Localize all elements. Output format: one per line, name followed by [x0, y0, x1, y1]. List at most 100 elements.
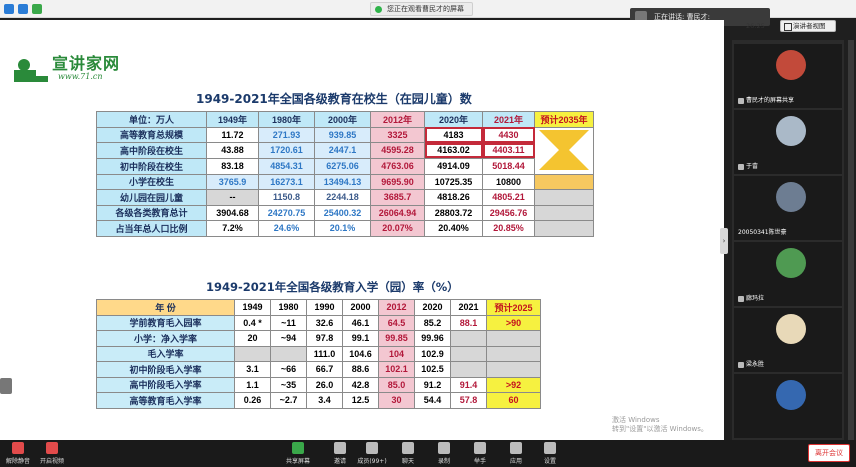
table-row: 幼儿园在园儿童 -- 1150.8 2244.18 3685.7 4818.26… — [96, 189, 594, 206]
table-cell: -- — [206, 189, 259, 206]
table-cell: 9695.90 — [370, 173, 425, 190]
table-cell: 4430 — [482, 126, 535, 144]
table-cell — [534, 189, 594, 206]
speaker-view-button[interactable]: 演讲者视图 — [780, 20, 836, 32]
chat-label: 聊天 — [401, 458, 414, 465]
row-label: 学前教育毛入园率 — [96, 314, 235, 331]
table-cell: 4595.28 — [370, 142, 425, 159]
table-cell — [270, 345, 307, 362]
invite-label: 邀请 — [333, 458, 346, 465]
table-cell: 85.2 — [414, 314, 451, 331]
viewing-screen-indicator[interactable]: 您正在观看曹民才的屏幕 — [370, 2, 473, 16]
windows-activation-watermark: 激活 Windows 转到"设置"以激活 Windows。 — [612, 416, 708, 434]
logo-url: www.71.cn — [58, 72, 103, 81]
video-icon — [46, 442, 58, 454]
table-cell: 64.5 — [378, 314, 415, 331]
settings-label: 设置 — [543, 458, 556, 465]
table-header: 预计2035年 — [534, 111, 594, 128]
logo-mark-icon — [14, 59, 48, 82]
table-cell: ~66 — [270, 361, 307, 378]
mic-muted-icon — [738, 163, 744, 170]
table-cell — [534, 204, 594, 221]
watermark-line1: 激活 Windows — [612, 416, 660, 424]
table-cell: 29456.76 — [482, 204, 535, 221]
enrollment-rate-table: 年 份 1949 1980 1990 2000 2012 2020 2021 预… — [96, 299, 541, 409]
table-header: 1980 — [270, 299, 307, 316]
table-cell: 20.1% — [314, 220, 371, 237]
table-row: 小学：净入学率 20 ~94 97.8 99.1 99.85 99.96 — [96, 330, 541, 347]
invite-button[interactable]: 邀请 — [322, 442, 358, 466]
apps-label: 应用 — [509, 458, 522, 465]
table-cell: 66.7 — [306, 361, 343, 378]
raise-hand-button[interactable]: 举手 — [462, 442, 498, 466]
row-label: 初中阶段在校生 — [96, 157, 207, 175]
table-header: 预计2025 — [486, 299, 541, 316]
row-label: 各级各类教育总计 — [96, 204, 207, 221]
table-cell: 57.8 — [450, 392, 487, 409]
signal-icon[interactable] — [32, 4, 42, 14]
participant-avatar — [776, 314, 806, 344]
leave-meeting-button[interactable]: 离开会议 — [808, 444, 850, 462]
members-button[interactable]: 成员(99+) — [354, 442, 390, 466]
apps-button[interactable]: 应用 — [498, 442, 534, 466]
table-cell: 3904.68 — [206, 204, 259, 221]
raise-hand-label: 举手 — [473, 458, 486, 465]
table-cell: 20.40% — [424, 220, 483, 237]
table-row: 高等教育总规模 11.72 271.93 939.85 3325 4183 44… — [96, 126, 594, 175]
table-cell: 1150.8 — [258, 189, 315, 206]
share-screen-button[interactable]: 共享屏幕 — [280, 442, 316, 466]
participant-name: 廊玛拉 — [738, 293, 764, 302]
start-video-button[interactable]: 开启视频 — [34, 442, 70, 466]
table-cell: 24.6% — [258, 220, 315, 237]
participant-tile[interactable]: 20050341陈世豪 — [734, 176, 842, 240]
table-cell: 88.1 — [450, 314, 487, 331]
table-cell — [534, 220, 594, 237]
table-header: 2012 — [378, 299, 415, 316]
table-cell: 0.4 * — [234, 314, 271, 331]
record-button[interactable]: 录制 — [426, 442, 462, 466]
left-menu-handle[interactable] — [0, 378, 12, 394]
participant-name: 于畲 — [738, 161, 758, 170]
table-row: 高中阶段毛入学率 1.1 ~35 26.0 42.8 85.0 91.2 91.… — [96, 376, 541, 393]
table-cell: 4163.02 — [424, 142, 483, 159]
table-cell: 46.1 — [342, 314, 379, 331]
unmute-label: 解除静音 — [5, 458, 30, 465]
participant-avatar — [776, 380, 806, 410]
participant-avatar — [776, 50, 806, 80]
shield-icon[interactable] — [18, 4, 28, 14]
table-row: 初中阶段毛入学率 3.1 ~66 66.7 88.6 102.1 102.5 — [96, 361, 541, 378]
projection-funnel-cell — [534, 126, 594, 175]
participant-tile[interactable]: 廊玛拉 — [734, 242, 842, 306]
table-header: 单位：万人 — [96, 111, 207, 128]
participant-name-text: 梁永胜 — [746, 361, 765, 368]
participant-tile[interactable]: 于畲 — [734, 110, 842, 174]
participant-tile[interactable]: 梁永胜 — [734, 308, 842, 372]
table-cell — [486, 330, 541, 347]
table-cell: 102.9 — [414, 345, 451, 362]
table-cell: 91.2 — [414, 376, 451, 393]
collapse-panel-button[interactable]: › — [720, 228, 728, 254]
share-screen-label: 共享屏幕 — [285, 458, 310, 465]
table-cell: 25400.32 — [314, 204, 371, 221]
table-cell: 88.6 — [342, 361, 379, 378]
table1-title: 1949-2021年全国各级教育在校生（在园儿童）数 — [196, 92, 472, 106]
table-cell — [450, 330, 487, 347]
table-header: 1980年 — [258, 111, 315, 128]
chat-button[interactable]: 聊天 — [390, 442, 426, 466]
table-cell: 1.1 — [234, 376, 271, 393]
participants-scrollbar[interactable] — [848, 40, 854, 440]
participant-tile[interactable]: 曹民才的屏幕共享 — [734, 44, 842, 108]
table-cell: 99.96 — [414, 330, 451, 347]
speaker-view-label: 演讲者视图 — [793, 22, 826, 30]
table-cell: 10800 — [482, 173, 535, 190]
share-screen-icon — [292, 442, 304, 454]
row-label: 毛入学率 — [96, 345, 235, 362]
gear-icon — [544, 442, 556, 454]
mic-icon — [12, 442, 24, 454]
unmute-button[interactable]: 解除静音 — [0, 442, 36, 466]
settings-button[interactable]: 设置 — [532, 442, 568, 466]
row-label: 幼儿园在园儿童 — [96, 189, 207, 206]
participant-name: 梁永胜 — [738, 359, 764, 368]
table-row: 高等教育毛入学率 0.26 ~2.7 3.4 12.5 30 54.4 57.8… — [96, 392, 541, 409]
participant-tile[interactable] — [734, 374, 842, 438]
